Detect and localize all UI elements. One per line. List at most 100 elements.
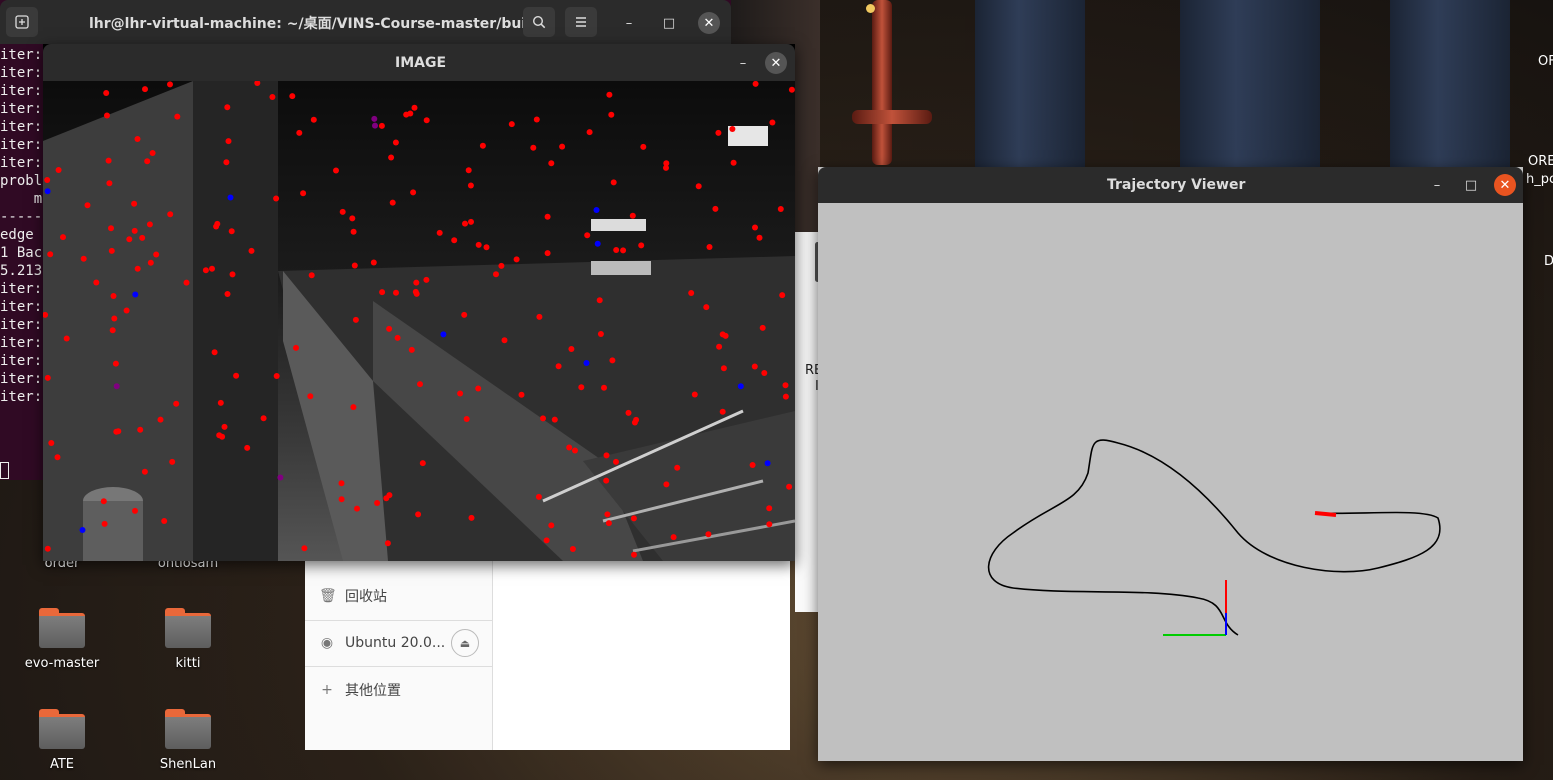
feature-point <box>104 112 110 119</box>
trajectory-canvas[interactable] <box>818 203 1523 761</box>
files-sidebar: ♫ 音乐 🗑 回收站 ◉ Ubuntu 20.0... ⏏ + 其他位置 <box>305 540 493 750</box>
feature-point <box>101 520 108 527</box>
feature-point <box>712 205 719 212</box>
desktop-icon-kitti[interactable]: kitti <box>138 608 238 671</box>
feature-point <box>54 454 61 461</box>
maximize-button[interactable]: □ <box>658 12 680 34</box>
feature-point <box>44 545 51 552</box>
feature-point <box>465 167 472 174</box>
eject-button[interactable]: ⏏ <box>451 629 479 657</box>
sidebar-item-ubuntu-disc[interactable]: ◉ Ubuntu 20.0... ⏏ <box>305 621 493 665</box>
feature-point <box>411 104 418 111</box>
feature-point <box>370 259 377 266</box>
sidebar-item-other-locations[interactable]: + 其他位置 <box>305 668 493 712</box>
feature-point <box>594 240 601 247</box>
minimize-button[interactable]: – <box>618 12 640 34</box>
feature-point <box>786 483 793 490</box>
feature-point <box>244 444 251 451</box>
menu-button[interactable] <box>565 7 597 37</box>
feature-point <box>372 122 378 129</box>
sidebar-item-label: 回收站 <box>345 589 387 605</box>
close-icon: ✕ <box>703 15 715 31</box>
terminal-title: lhr@lhr-virtual-machine: ~/桌面/VINS-Cours… <box>89 16 541 32</box>
desktop-icon-shenlan[interactable]: ShenLan <box>138 709 238 772</box>
files-window[interactable]: ♫ 音乐 🗑 回收站 ◉ Ubuntu 20.0... ⏏ + 其他位置 <box>305 540 790 750</box>
desktop-icon-label: ATE <box>49 757 75 772</box>
feature-point <box>536 313 543 320</box>
feature-point <box>540 415 546 422</box>
trajectory-viewer-window[interactable]: Trajectory Viewer – □ ✕ <box>818 167 1523 761</box>
feature-point <box>640 143 647 150</box>
feature-point <box>597 331 604 337</box>
feature-point <box>722 332 729 339</box>
feature-point <box>147 259 154 266</box>
feature-point <box>631 419 638 426</box>
feature-point <box>779 292 786 299</box>
search-button[interactable] <box>523 7 555 37</box>
feature-point <box>782 393 789 400</box>
feature-point <box>273 373 280 379</box>
folder-icon <box>39 608 85 648</box>
feature-point <box>233 372 240 379</box>
edge-fragment: D <box>1544 254 1553 269</box>
feature-point <box>217 399 224 406</box>
sidebar-item-trash[interactable]: 🗑 回收站 <box>305 574 493 618</box>
desktop-icon-label: evo-master <box>24 656 100 671</box>
feature-point <box>468 218 474 225</box>
close-icon: ✕ <box>1499 177 1511 193</box>
feature-point <box>339 208 346 215</box>
feature-point <box>604 511 611 518</box>
feature-point <box>719 408 726 415</box>
feature-point <box>716 343 723 350</box>
terminal-cursor <box>0 462 9 479</box>
feature-point <box>142 86 148 93</box>
feature-point <box>584 232 591 239</box>
feature-point <box>131 200 138 207</box>
desktop-icon-ate[interactable]: ATE <box>12 709 112 772</box>
close-button[interactable]: ✕ <box>698 12 720 34</box>
feature-point <box>555 363 562 370</box>
feature-point <box>596 297 603 304</box>
wallpaper-pillar <box>1180 0 1320 170</box>
feature-point <box>603 452 610 459</box>
desktop-icon-evo-master[interactable]: evo-master <box>12 608 112 671</box>
maximize-button[interactable]: □ <box>1460 174 1482 196</box>
terminal-titlebar[interactable]: lhr@lhr-virtual-machine: ~/桌面/VINS-Cours… <box>0 0 731 44</box>
feature-point <box>764 460 771 467</box>
feature-point <box>106 180 113 187</box>
feature-point <box>586 129 593 136</box>
minimize-button[interactable]: – <box>732 52 754 74</box>
feature-point <box>111 315 118 322</box>
new-tab-button[interactable] <box>6 7 38 37</box>
feature-point <box>131 227 138 234</box>
feature-point <box>468 514 475 521</box>
feature-point <box>260 415 267 422</box>
close-button[interactable]: ✕ <box>1494 174 1516 196</box>
feature-point <box>310 116 317 123</box>
minimize-button[interactable]: – <box>1426 174 1448 196</box>
feature-point <box>423 276 430 283</box>
feature-point <box>296 129 303 136</box>
feature-point <box>103 90 110 96</box>
sidebar-item-label: 其他位置 <box>345 683 401 699</box>
feature-point <box>451 237 458 244</box>
feature-point <box>729 126 736 132</box>
feature-point <box>777 206 784 212</box>
feature-point <box>463 416 470 422</box>
feature-point <box>663 481 670 488</box>
feature-point <box>508 121 515 128</box>
close-button[interactable]: ✕ <box>765 52 787 74</box>
feature-point <box>670 534 677 541</box>
feature-point <box>47 251 54 258</box>
feature-point <box>146 221 153 228</box>
image-titlebar[interactable]: IMAGE – ✕ <box>43 44 795 81</box>
folder-icon <box>165 709 211 749</box>
feature-point <box>513 256 520 263</box>
feature-point <box>695 183 702 190</box>
trajectory-window-title: Trajectory Viewer <box>1107 177 1246 193</box>
feature-point <box>378 122 385 129</box>
image-window[interactable]: IMAGE – ✕ <box>42 44 796 561</box>
feature-point <box>350 228 357 235</box>
trajectory-titlebar[interactable]: Trajectory Viewer – □ ✕ <box>818 167 1523 203</box>
feature-point <box>610 179 617 186</box>
